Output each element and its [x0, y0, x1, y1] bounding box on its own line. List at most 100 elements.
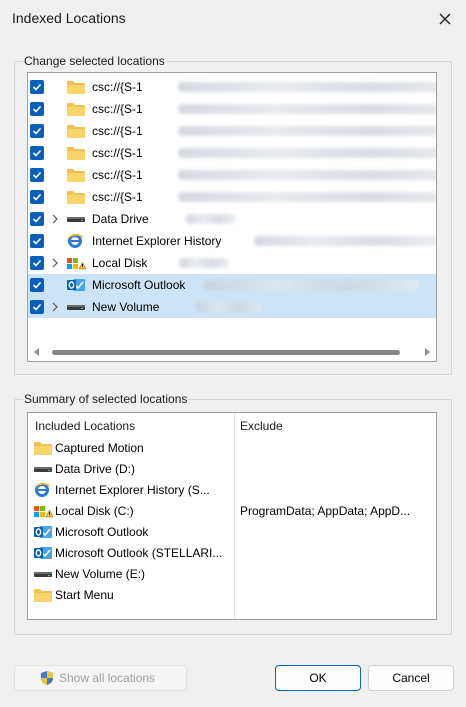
included-location-label: Captured Motion: [55, 441, 144, 455]
included-location-label: Microsoft Outlook (STELLARI...: [55, 546, 223, 560]
location-label: csc://{S-1: [92, 168, 143, 182]
included-location-label: Microsoft Outlook: [55, 525, 149, 539]
redacted-text: [178, 104, 436, 114]
column-header-included: Included Locations: [35, 419, 136, 433]
location-checkbox[interactable]: [30, 190, 44, 204]
drive-icon: [66, 299, 86, 315]
checkmark-icon: [32, 83, 42, 91]
show-all-locations-button[interactable]: Show all locations: [14, 665, 187, 691]
location-label: csc://{S-1: [92, 80, 143, 94]
title-bar: Indexed Locations: [0, 0, 466, 38]
drive-icon: [33, 461, 52, 477]
summary-list: Included Locations Exclude Captured Moti…: [27, 412, 437, 620]
location-label: Data Drive: [92, 212, 149, 226]
location-label: csc://{S-1: [92, 124, 143, 138]
summary-legend: Summary of selected locations: [23, 392, 189, 406]
outlook-icon: [66, 277, 86, 293]
summary-row: Local Disk (C:) ProgramData; AppData; App…: [28, 501, 436, 521]
location-label: csc://{S-1: [92, 146, 143, 160]
drive-icon: [66, 211, 86, 227]
redacted-text: [186, 214, 236, 224]
scroll-left-icon[interactable]: [32, 347, 42, 357]
tree-row[interactable]: csc://{S-1: [28, 98, 436, 120]
expand-chevron-icon[interactable]: [50, 257, 60, 269]
show-all-locations-label: Show all locations: [59, 671, 156, 685]
column-header-exclude: Exclude: [240, 419, 283, 433]
location-checkbox[interactable]: [30, 168, 44, 182]
summary-row: Internet Explorer History (S...: [28, 480, 436, 500]
checkmark-icon: [32, 127, 42, 135]
expand-chevron-icon[interactable]: [50, 301, 60, 313]
checkmark-icon: [32, 193, 42, 201]
horizontal-scrollbar[interactable]: [28, 343, 436, 361]
location-checkbox[interactable]: [30, 80, 44, 94]
included-location-label: Internet Explorer History (S...: [55, 483, 210, 497]
folder-icon: [66, 101, 86, 117]
folder-icon: [33, 440, 52, 456]
folder-icon: [66, 189, 86, 205]
location-checkbox[interactable]: [30, 300, 44, 314]
close-icon: [439, 13, 451, 25]
ie-history-icon: [33, 482, 51, 498]
location-checkbox[interactable]: [30, 234, 44, 248]
tree-row[interactable]: New Volume: [28, 296, 436, 318]
location-label: Internet Explorer History: [92, 234, 222, 248]
local-disk-icon: [33, 503, 54, 519]
cancel-button[interactable]: Cancel: [368, 665, 454, 691]
uac-shield-icon: [41, 671, 53, 685]
summary-row: Captured Motion: [28, 438, 436, 458]
outlook-icon: [33, 545, 52, 561]
ok-button[interactable]: OK: [275, 665, 361, 691]
redacted-text: [178, 82, 436, 92]
close-button[interactable]: [434, 8, 456, 30]
tree-row[interactable]: csc://{S-1: [28, 164, 436, 186]
exclude-label: ProgramData; AppData; AppD...: [240, 504, 411, 518]
summary-row: Data Drive (D:): [28, 459, 436, 479]
location-label: Microsoft Outlook: [92, 278, 186, 292]
checkmark-icon: [32, 281, 42, 289]
location-label: New Volume: [92, 300, 160, 314]
location-checkbox[interactable]: [30, 256, 44, 270]
included-location-label: Local Disk (C:): [55, 504, 134, 518]
location-checkbox[interactable]: [30, 102, 44, 116]
scroll-right-icon[interactable]: [422, 347, 432, 357]
location-checkbox[interactable]: [30, 146, 44, 160]
summary-row: New Volume (E:): [28, 564, 436, 584]
redacted-text: [196, 302, 261, 312]
change-locations-legend: Change selected locations: [23, 54, 166, 68]
drive-icon: [33, 566, 52, 582]
checkmark-icon: [32, 215, 42, 223]
checkmark-icon: [32, 303, 42, 311]
location-checkbox[interactable]: [30, 212, 44, 226]
redacted-text: [178, 170, 436, 180]
tree-row[interactable]: csc://{S-1: [28, 120, 436, 142]
scrollbar-thumb[interactable]: [52, 350, 400, 355]
location-label: csc://{S-1: [92, 190, 143, 204]
summary-row: Start Menu: [28, 585, 436, 605]
expand-chevron-icon[interactable]: [50, 213, 60, 225]
tree-row[interactable]: csc://{S-1: [28, 142, 436, 164]
summary-row: Microsoft Outlook (STELLARI...: [28, 543, 436, 563]
tree-row[interactable]: csc://{S-1: [28, 186, 436, 208]
tree-row[interactable]: csc://{S-1: [28, 76, 436, 98]
local-disk-icon: [66, 255, 87, 271]
locations-tree[interactable]: csc://{S-1 csc://{S-1 csc://{S-1 csc://{S-1…: [27, 72, 437, 362]
included-location-label: Start Menu: [55, 588, 114, 602]
checkmark-icon: [32, 149, 42, 157]
included-location-label: Data Drive (D:): [55, 462, 136, 476]
summary-row: Microsoft Outlook: [28, 522, 436, 542]
ie-history-icon: [66, 233, 86, 249]
tree-row[interactable]: Internet Explorer History: [28, 230, 436, 252]
location-checkbox[interactable]: [30, 124, 44, 138]
redacted-text: [178, 192, 436, 202]
checkmark-icon: [32, 259, 42, 267]
redacted-text: [179, 258, 229, 268]
tree-row[interactable]: Local Disk: [28, 252, 436, 274]
location-label: csc://{S-1: [92, 102, 143, 116]
location-checkbox[interactable]: [30, 278, 44, 292]
folder-icon: [66, 145, 86, 161]
tree-row[interactable]: Microsoft Outlook: [28, 274, 436, 296]
folder-icon: [33, 587, 52, 603]
window-title: Indexed Locations: [12, 10, 126, 26]
tree-row[interactable]: Data Drive: [28, 208, 436, 230]
